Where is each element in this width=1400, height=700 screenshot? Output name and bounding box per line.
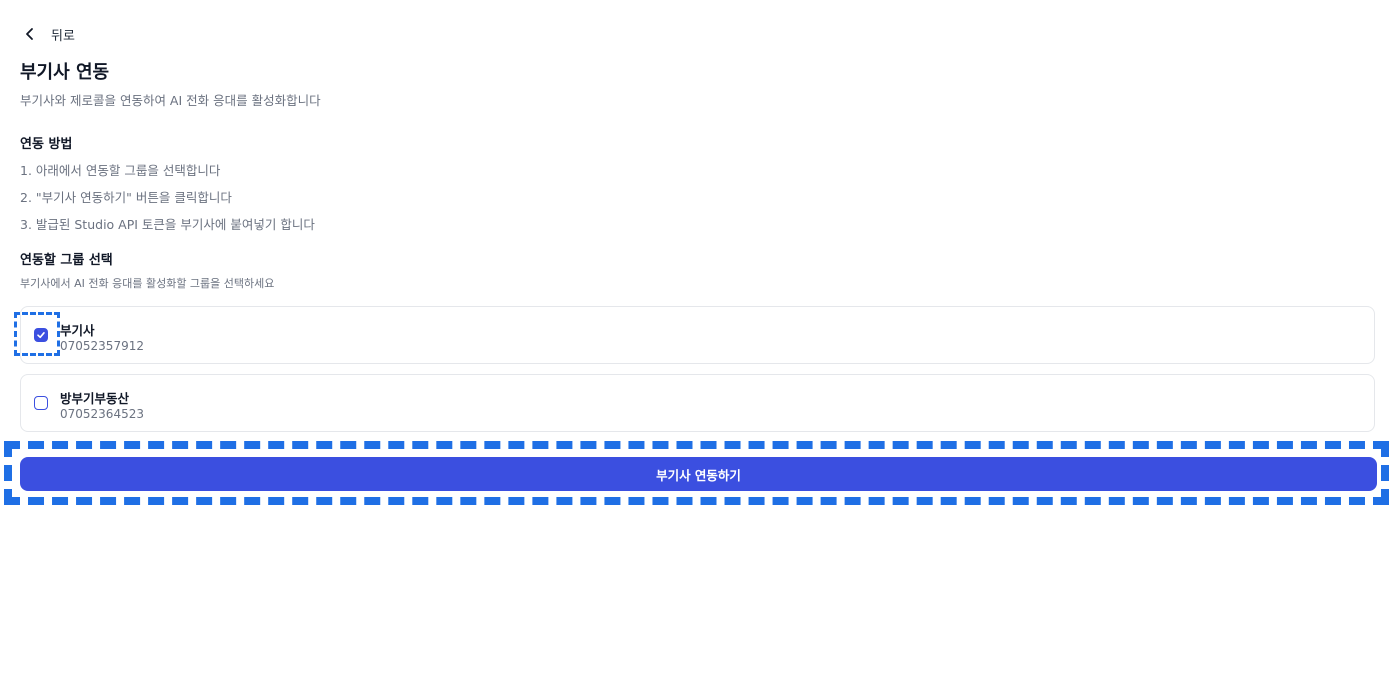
group-section-title: 연동할 그룹 선택 [20,253,113,268]
check-icon [37,332,45,339]
group-section-hint: 부기사에서 AI 전화 응대를 활성화할 그룹을 선택하세요 [20,277,275,290]
group-phone: 07052364523 [60,407,144,421]
back-button[interactable]: 뒤로 [20,24,75,44]
group-checkbox-unchecked[interactable] [34,396,48,410]
page-title: 부기사 연동 [20,62,110,83]
method-section-title: 연동 방법 [20,137,73,152]
group-phone: 07052357912 [60,339,144,353]
connect-button[interactable]: 부기사 연동하기 [20,457,1377,491]
group-checkbox-checked[interactable] [34,328,48,342]
method-step-1: 1. 아래에서 연동할 그룹을 선택합니다 [20,163,221,178]
group-name: 방부기부동산 [60,391,130,406]
method-step-3: 3. 발급된 Studio API 토큰을 부기사에 붙여넣기 합니다 [20,217,315,232]
back-label: 뒤로 [51,28,75,44]
method-step-2: 2. "부기사 연동하기" 버튼을 클릭합니다 [20,190,232,205]
group-item-bangbugi[interactable]: 방부기부동산 07052364523 [20,374,1375,432]
group-name: 부기사 [60,323,95,338]
group-item-bugisa[interactable]: 부기사 07052357912 [20,306,1375,364]
page-subtitle: 부기사와 제로콜을 연동하여 AI 전화 응대를 활성화합니다 [20,93,321,108]
chevron-left-icon [26,28,33,40]
